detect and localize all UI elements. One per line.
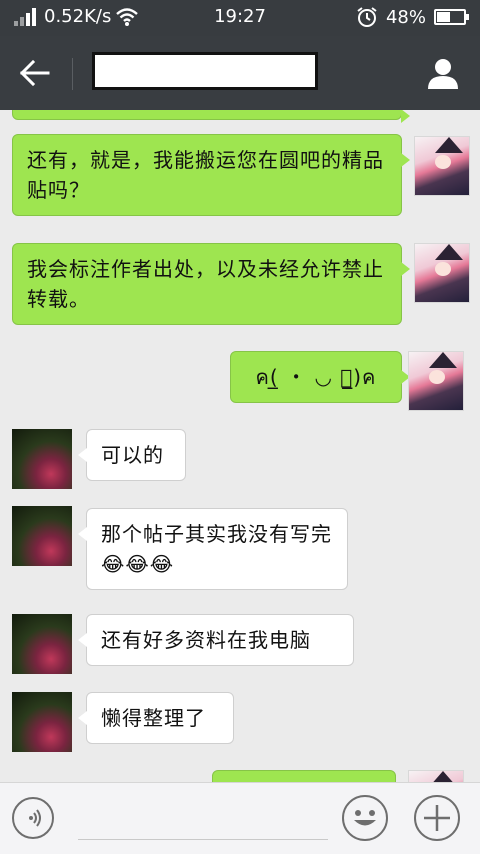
status-bar: 0.52K/s 19:27 48% [0,0,480,36]
my-avatar[interactable] [414,243,470,303]
chat-header [0,36,480,110]
my-avatar[interactable] [408,351,464,411]
plus-icon [424,805,450,831]
message-bubble-other[interactable]: 那个帖子其实我没有写完😂😂😂 [78,508,348,590]
message-bubble-other[interactable]: 可以的 [78,429,186,481]
contact-avatar[interactable] [12,429,72,489]
battery-percent: 48% [385,6,426,28]
message-bubble-other[interactable]: 还有好多资料在我电脑 [78,614,354,666]
emoji-button[interactable] [342,795,388,841]
voice-icon [29,809,41,827]
contact-avatar[interactable] [12,692,72,752]
message-bubble-other[interactable]: 懒得整理了 [78,692,234,744]
message-bubble-me[interactable]: ค(̲ ・ ◡ ・̲)ค [230,351,410,403]
message-bubble-partial[interactable] [12,110,410,123]
plus-button[interactable] [414,795,460,841]
my-avatar[interactable] [414,136,470,196]
battery-icon [434,9,469,25]
message-bubble-me[interactable]: 还有，就是，我能搬运您在圆吧的精品贴吗？ [12,134,410,216]
message-input[interactable] [78,839,328,840]
person-icon[interactable] [426,56,460,90]
contact-avatar[interactable] [12,614,72,674]
contact-avatar[interactable] [12,506,72,566]
input-bar [0,782,480,854]
emoji-icon [354,810,376,826]
back-arrow-icon[interactable] [18,58,54,88]
my-avatar[interactable] [408,770,464,782]
alarm-icon [357,7,377,27]
contact-name [92,52,318,90]
header-divider [72,58,73,90]
message-bubble-me[interactable] [212,770,396,782]
voice-button[interactable] [12,797,54,839]
message-bubble-me[interactable]: 我会标注作者出处，以及未经允许禁止转载。 [12,243,410,325]
chat-history[interactable]: 还有，就是，我能搬运您在圆吧的精品贴吗？ 我会标注作者出处，以及未经允许禁止转载… [0,110,480,782]
